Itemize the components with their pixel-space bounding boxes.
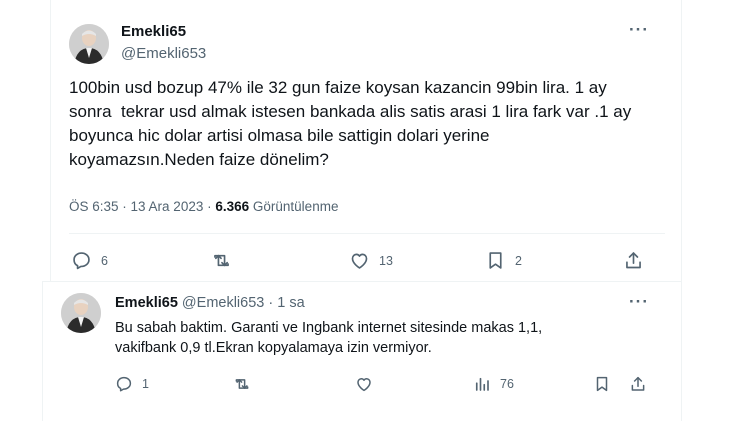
like-icon [357,378,371,392]
repost-icon [235,379,249,389]
bookmark-button[interactable]: 2 [485,250,522,271]
views-count[interactable]: 6.366 [215,199,249,214]
tweet-text: Bu sabah baktim. Garanti ve Ingbank inte… [115,320,543,356]
share-icon [626,252,641,269]
handle[interactable]: @Emekli653 [182,295,264,311]
views-label: Görüntülenme [249,199,339,214]
reply-button[interactable]: 1 [115,375,149,393]
repost-icon [214,254,229,267]
views-button[interactable]: 76 [473,375,514,393]
more-icon[interactable]: ··· [629,20,649,40]
reply-header: Emekli65 @Emekli653 · 1 sa [115,295,305,311]
reply-count: 6 [101,253,108,268]
display-name[interactable]: Emekli65 [121,23,186,40]
reply-icon [116,376,132,392]
views-icon [475,377,489,391]
main-tweet: Emekli65 @Emekli653 ··· 100bin usd bozup… [50,0,682,283]
bookmark-icon [596,376,608,392]
reply-count: 1 [142,377,149,391]
like-count: 13 [379,253,393,268]
tweet-time[interactable]: ÖS 6:35 [69,199,119,214]
bookmark-icon [489,252,502,269]
bookmark-button[interactable] [593,375,611,393]
avatar[interactable] [61,293,101,333]
reply-icon [73,252,90,270]
meta-separator: · [203,199,216,214]
repost-button[interactable] [211,250,241,271]
divider [69,233,665,234]
tweet-time-ago[interactable]: 1 sa [277,295,304,311]
avatar[interactable] [69,24,109,64]
like-button[interactable] [355,375,382,393]
tweet-meta: ÖS 6:35 · 13 Ara 2023 · 6.366 Görüntülen… [69,199,338,214]
reply-button[interactable]: 6 [71,250,108,271]
share-button[interactable] [629,375,647,393]
repost-button[interactable] [233,375,260,393]
more-icon[interactable]: ··· [629,292,649,312]
tweet-date[interactable]: 13 Ara 2023 [131,199,204,214]
like-button[interactable]: 13 [349,250,393,271]
display-name[interactable]: Emekli65 [115,295,178,311]
header-dot: · [264,295,278,311]
share-icon [631,376,645,391]
views-count: 76 [500,377,514,391]
meta-separator: · [118,199,131,214]
bookmark-count: 2 [515,253,522,268]
tweet-text: 100bin usd bozup 47% ile 32 gun faize ko… [69,78,632,169]
share-button[interactable] [623,250,644,271]
like-icon [351,253,368,269]
reply-tweet[interactable]: Emekli65 @Emekli653 · 1 sa ··· Bu sabah … [42,281,682,421]
handle[interactable]: @Emekli653 [121,45,206,62]
